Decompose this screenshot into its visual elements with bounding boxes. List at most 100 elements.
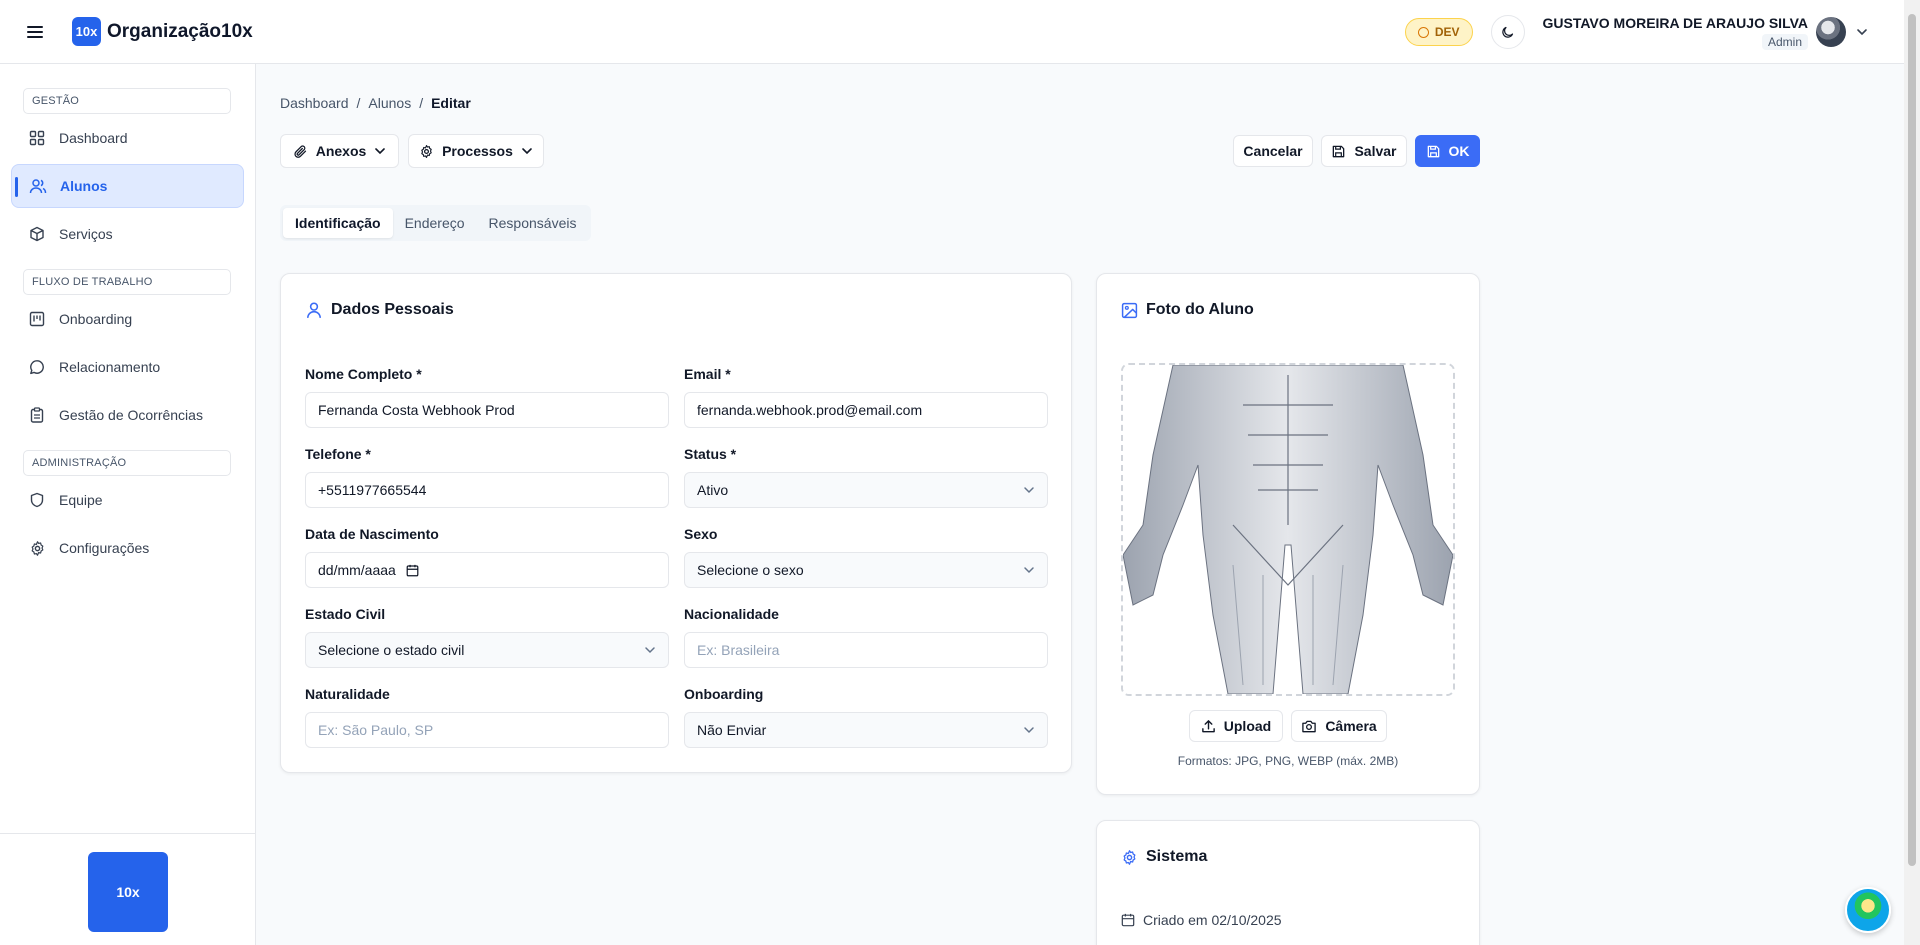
- sidebar-item-servicos[interactable]: Serviços: [11, 212, 244, 256]
- sidebar-item-label: Onboarding: [59, 311, 133, 327]
- full-name-input[interactable]: Fernanda Costa Webhook Prod: [305, 392, 669, 428]
- chevron-down-icon: [645, 647, 655, 654]
- save-icon: [1427, 145, 1439, 157]
- email-label: Email *: [684, 366, 731, 382]
- gear-icon: [28, 539, 46, 557]
- environment-badge-label: DEV: [1434, 25, 1460, 39]
- moon-icon: [1502, 26, 1514, 38]
- sex-value: Selecione o sexo: [697, 562, 804, 578]
- phone-label: Telefone *: [305, 446, 371, 462]
- cancel-button[interactable]: Cancelar: [1233, 135, 1313, 167]
- calendar-icon: [1121, 913, 1135, 927]
- status-select[interactable]: Ativo: [684, 472, 1048, 508]
- chat-widget-button[interactable]: [1845, 887, 1891, 933]
- marital-status-value: Selecione o estado civil: [318, 642, 465, 658]
- sidebar-item-label: Equipe: [59, 492, 103, 508]
- clipboard-icon: [28, 406, 46, 424]
- chevron-down-icon: [1857, 29, 1867, 36]
- menu-toggle-button[interactable]: [15, 12, 55, 52]
- created-date: Criado em 02/10/2025: [1121, 912, 1282, 928]
- sidebar-item-dashboard[interactable]: Dashboard: [11, 116, 244, 160]
- system-title: Sistema: [1121, 848, 1207, 866]
- camera-label: Câmera: [1325, 718, 1377, 734]
- chevron-down-icon: [1024, 567, 1034, 574]
- top-bar: 10x Organização10x DEV GUSTAVO MOREIRA D…: [0, 0, 1904, 64]
- birth-date-label: Data de Nascimento: [305, 526, 439, 542]
- nationality-label: Nacionalidade: [684, 606, 779, 622]
- sidebar-section-administracao: ADMINISTRAÇÃO: [23, 450, 231, 476]
- tab-endereco[interactable]: Endereço: [393, 208, 477, 238]
- full-name-label: Nome Completo *: [305, 366, 422, 382]
- sex-select[interactable]: Selecione o sexo: [684, 552, 1048, 588]
- sex-label: Sexo: [684, 526, 718, 542]
- breadcrumb-current: Editar: [431, 95, 471, 111]
- photo-card: Foto do Aluno Upload Câmera Formatos: JP…: [1096, 273, 1480, 795]
- image-icon: [1121, 302, 1138, 318]
- upload-button[interactable]: Upload: [1189, 710, 1283, 742]
- page-scrollbar[interactable]: [1904, 0, 1920, 945]
- scrollbar-thumb[interactable]: [1908, 14, 1916, 866]
- user-info[interactable]: GUSTAVO MOREIRA DE ARAUJO SILVA Admin: [1542, 14, 1809, 50]
- onboarding-select[interactable]: Não Enviar: [684, 712, 1048, 748]
- gear-icon: [1123, 849, 1136, 865]
- package-icon: [28, 225, 46, 243]
- sidebar-item-relacionamento[interactable]: Relacionamento: [11, 345, 244, 389]
- save-button[interactable]: Salvar: [1321, 135, 1407, 167]
- marital-status-select[interactable]: Selecione o estado civil: [305, 632, 669, 668]
- camera-button[interactable]: Câmera: [1291, 710, 1387, 742]
- user-menu-button[interactable]: [1856, 26, 1868, 38]
- attachments-label: Anexos: [315, 143, 367, 159]
- paperclip-icon: [294, 144, 306, 158]
- sidebar-item-label: Alunos: [60, 178, 108, 194]
- processes-dropdown-button[interactable]: Processos: [408, 134, 544, 168]
- sidebar-item-alunos[interactable]: Alunos: [11, 164, 244, 208]
- upload-label: Upload: [1223, 718, 1272, 734]
- chevron-down-icon: [1024, 487, 1034, 494]
- birthplace-label: Naturalidade: [305, 686, 390, 702]
- sidebar-item-equipe[interactable]: Equipe: [11, 478, 244, 522]
- birthplace-input[interactable]: Ex: São Paulo, SP: [305, 712, 669, 748]
- ok-label: OK: [1448, 143, 1470, 159]
- avatar[interactable]: [1816, 17, 1846, 47]
- user-icon: [307, 302, 321, 318]
- breadcrumb-separator: /: [419, 95, 424, 111]
- sidebar-item-label: Serviços: [59, 226, 113, 242]
- gear-icon: [421, 144, 432, 158]
- message-circle-icon: [28, 358, 46, 376]
- email-field[interactable]: fernanda.webhook.prod@email.com: [684, 392, 1048, 428]
- sidebar-item-onboarding[interactable]: Onboarding: [11, 297, 244, 341]
- birth-date-input[interactable]: dd/mm/aaaa: [305, 552, 669, 588]
- phone-input[interactable]: +5511977665544: [305, 472, 669, 508]
- onboarding-label: Onboarding: [684, 686, 764, 702]
- kanban-icon: [28, 310, 46, 328]
- attachments-dropdown-button[interactable]: Anexos: [280, 134, 399, 168]
- processes-label: Processos: [442, 143, 513, 159]
- photo-formats-hint: Formatos: JPG, PNG, WEBP (máx. 2MB): [1177, 754, 1399, 768]
- breadcrumb-separator: /: [356, 95, 361, 111]
- created-date-text: Criado em 02/10/2025: [1143, 912, 1282, 928]
- ok-button[interactable]: OK: [1415, 135, 1480, 167]
- personal-data-title-text: Dados Pessoais: [331, 301, 454, 318]
- chevron-down-icon: [1024, 727, 1034, 734]
- users-icon: [29, 177, 47, 195]
- tab-responsaveis[interactable]: Responsáveis: [477, 208, 589, 238]
- nationality-input[interactable]: Ex: Brasileira: [684, 632, 1048, 668]
- sidebar-item-label: Relacionamento: [59, 359, 161, 375]
- breadcrumb-dashboard[interactable]: Dashboard: [280, 95, 349, 111]
- hamburger-icon: [27, 25, 43, 38]
- sidebar-item-configuracoes[interactable]: Configurações: [11, 526, 244, 570]
- marital-status-label: Estado Civil: [305, 606, 386, 622]
- app-logo[interactable]: 10x: [72, 17, 101, 46]
- sidebar-item-label: Configurações: [59, 540, 150, 556]
- tab-identificacao[interactable]: Identificação: [283, 208, 393, 238]
- photo-title: Foto do Aluno: [1121, 301, 1254, 319]
- footer-logo: 10x: [88, 852, 168, 932]
- sidebar-item-label: Dashboard: [59, 130, 128, 146]
- calendar-icon[interactable]: [406, 564, 419, 577]
- breadcrumb-alunos[interactable]: Alunos: [368, 95, 411, 111]
- theme-toggle-button[interactable]: [1490, 15, 1525, 49]
- layout-grid-icon: [28, 129, 46, 147]
- sidebar-item-ocorrencias[interactable]: Gestão de Ocorrências: [11, 393, 244, 437]
- shield-icon: [28, 491, 46, 509]
- user-name: GUSTAVO MOREIRA DE ARAUJO SILVA: [1542, 14, 1809, 31]
